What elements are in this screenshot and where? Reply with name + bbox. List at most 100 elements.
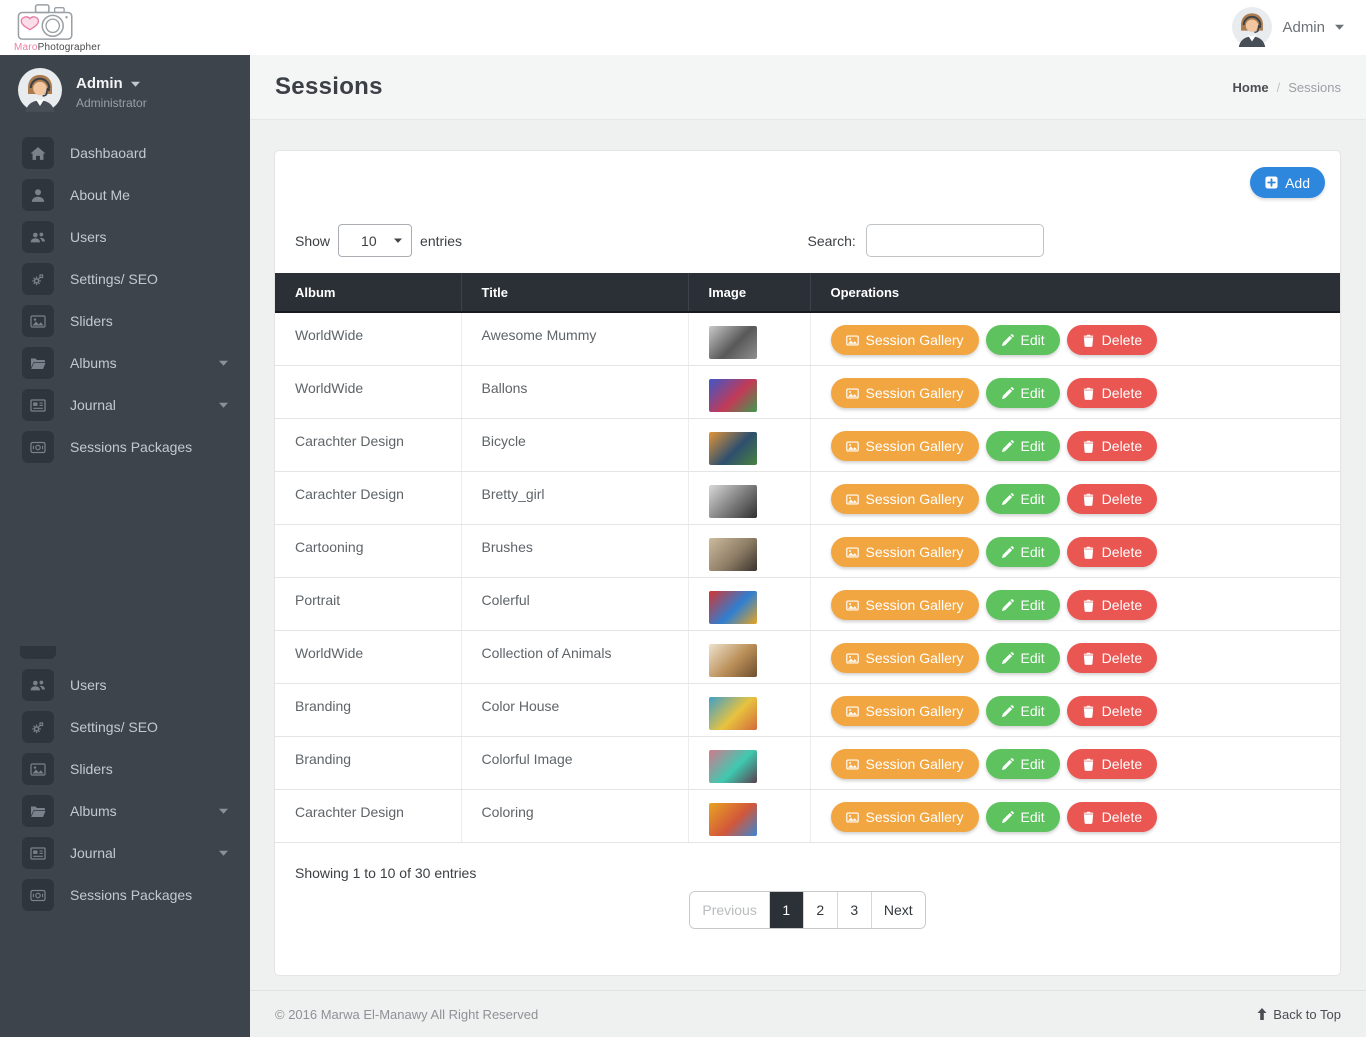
edit-button[interactable]: Edit [985, 802, 1060, 832]
edit-button[interactable]: Edit [985, 431, 1060, 461]
sidebar-item-albums[interactable]: Albums [0, 342, 250, 384]
breadcrumb-home-link[interactable]: Home [1233, 80, 1269, 95]
sidebar-item-sliders[interactable]: Sliders [0, 748, 250, 790]
users-icon [22, 669, 54, 701]
pagination-page-1[interactable]: 1 [768, 892, 803, 928]
delete-button-label: Delete [1101, 332, 1143, 348]
delete-button[interactable]: Delete [1066, 325, 1158, 355]
edit-button-label: Edit [1020, 650, 1045, 666]
pencil-icon [1001, 439, 1014, 453]
copyright-text: © 2016 Marwa El-Manawy All Right Reserve… [275, 1006, 539, 1022]
add-button[interactable]: Add [1250, 167, 1325, 198]
delete-button[interactable]: Delete [1066, 431, 1158, 461]
delete-button[interactable]: Delete [1066, 749, 1158, 779]
edit-button[interactable]: Edit [985, 696, 1060, 726]
title-cell: Collection of Animals [461, 630, 689, 684]
table-row: Carachter Design Coloring Session Gallery E… [275, 789, 1340, 843]
session-gallery-button[interactable]: Session Gallery [830, 590, 979, 620]
sidebar-item-users[interactable]: Users [0, 664, 250, 706]
album-cell: WorldWide [275, 365, 462, 419]
edit-button[interactable]: Edit [985, 643, 1060, 673]
sidebar-avatar [18, 68, 62, 112]
column-header-image[interactable]: Image [687, 273, 810, 313]
sidebar-item-about-me[interactable]: About Me [0, 174, 250, 216]
sidebar-item-albums[interactable]: Albums [0, 790, 250, 832]
journal-icon [22, 389, 54, 421]
edit-button[interactable]: Edit [985, 590, 1060, 620]
trash-icon [1082, 599, 1095, 612]
image-cell [688, 524, 811, 578]
session-gallery-button[interactable]: Session Gallery [830, 431, 979, 461]
delete-button[interactable]: Delete [1066, 590, 1158, 620]
session-gallery-button[interactable]: Session Gallery [830, 537, 979, 567]
album-cell: WorldWide [275, 630, 462, 684]
sidebar-item-dashbaoard[interactable]: Dashbaoard [0, 132, 250, 174]
sidebar-item-label: Settings/ SEO [70, 271, 158, 287]
brand-logo[interactable]: MaroPhotographer [14, 2, 124, 53]
trash-icon [1082, 440, 1095, 453]
operations-group: Session Gallery Edit Delete [830, 590, 1321, 620]
search-input[interactable] [865, 224, 1044, 257]
delete-button[interactable]: Delete [1066, 484, 1158, 514]
session-gallery-button-label: Session Gallery [865, 491, 964, 507]
session-gallery-button[interactable]: Session Gallery [830, 802, 979, 832]
session-gallery-button[interactable]: Session Gallery [830, 749, 979, 779]
delete-button[interactable]: Delete [1066, 643, 1158, 673]
topbar-admin-menu[interactable]: Admin [1232, 7, 1344, 47]
pagination-page-3[interactable]: 3 [836, 892, 871, 928]
session-gallery-button[interactable]: Session Gallery [830, 378, 979, 408]
edit-button[interactable]: Edit [985, 325, 1060, 355]
sessions-table: Album Title Image Operations WorldWide Aweso… [275, 273, 1340, 843]
sidebar-item-settings-seo[interactable]: Settings/ SEO [0, 706, 250, 748]
session-gallery-button[interactable]: Session Gallery [830, 484, 979, 514]
pagination-page-2[interactable]: 2 [802, 892, 837, 928]
trash-icon [1082, 334, 1095, 347]
gallery-image-icon [845, 387, 859, 400]
delete-button[interactable]: Delete [1066, 802, 1158, 832]
title-cell: Brushes [461, 524, 689, 578]
entries-select[interactable]: 10 [338, 224, 413, 257]
delete-button[interactable]: Delete [1066, 537, 1158, 567]
delete-button-label: Delete [1101, 385, 1143, 401]
sidebar-item-sliders[interactable]: Sliders [0, 300, 250, 342]
session-gallery-button-label: Session Gallery [865, 385, 964, 401]
image-icon [22, 753, 54, 785]
back-to-top-label: Back to Top [1273, 1006, 1341, 1022]
image-icon [22, 305, 54, 337]
sidebar-user-dropdown[interactable]: Admin [76, 75, 147, 92]
column-header-operations[interactable]: Operations [809, 273, 1340, 313]
pagination-previous[interactable]: Previous [690, 892, 769, 928]
session-gallery-button[interactable]: Session Gallery [830, 696, 979, 726]
edit-button[interactable]: Edit [985, 484, 1060, 514]
operations-group: Session Gallery Edit Delete [830, 643, 1321, 673]
column-header-album[interactable]: Album [275, 273, 461, 313]
edit-button[interactable]: Edit [985, 378, 1060, 408]
back-to-top-link[interactable]: Back to Top [1257, 1007, 1341, 1022]
sidebar-item-sessions-packages[interactable]: Sessions Packages [0, 874, 250, 916]
edit-button-label: Edit [1020, 809, 1045, 825]
sidebar-item-journal[interactable]: Journal [0, 384, 250, 426]
content-body: Add Show 10 entries Search: Album Title … [250, 120, 1366, 976]
edit-button[interactable]: Edit [985, 537, 1060, 567]
sidebar-item-users[interactable]: Users [0, 216, 250, 258]
sidebar-user-name: Admin [76, 75, 123, 92]
trash-icon [1082, 758, 1095, 771]
edit-button[interactable]: Edit [985, 749, 1060, 779]
session-gallery-button[interactable]: Session Gallery [830, 643, 979, 673]
chevron-down-icon [130, 81, 140, 87]
sidebar-item-journal[interactable]: Journal [0, 832, 250, 874]
search-label: Search: [807, 232, 856, 249]
folder-open-icon [22, 347, 54, 379]
sidebar-item-settings-seo[interactable]: Settings/ SEO [0, 258, 250, 300]
session-thumbnail [708, 750, 757, 783]
album-cell: Portrait [275, 577, 462, 631]
sidebar-item-sessions-packages[interactable]: Sessions Packages [0, 426, 250, 468]
pagination-next[interactable]: Next [870, 892, 925, 928]
edit-button-label: Edit [1020, 438, 1045, 454]
column-header-title[interactable]: Title [460, 273, 688, 313]
operations-group: Session Gallery Edit Delete [830, 378, 1321, 408]
session-gallery-button[interactable]: Session Gallery [830, 325, 979, 355]
delete-button-label: Delete [1101, 597, 1143, 613]
delete-button[interactable]: Delete [1066, 696, 1158, 726]
delete-button[interactable]: Delete [1066, 378, 1158, 408]
